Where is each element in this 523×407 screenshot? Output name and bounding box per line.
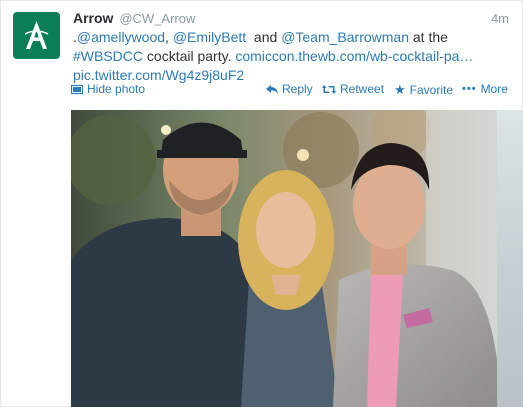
tweet-text-line: .@amellywood, @EmilyBett and @Team_Barro… <box>73 28 503 47</box>
next-photo-preview <box>497 110 523 407</box>
author-handle[interactable]: @CW_Arrow <box>119 11 195 26</box>
tweet-timestamp[interactable]: 4m <box>491 11 509 26</box>
tweet-link[interactable]: comiccon.thewb.com/wb-cocktail-pa… <box>235 48 473 64</box>
hide-photo-button[interactable]: Hide photo <box>71 82 145 96</box>
tweet-text-segment: cocktail party. <box>143 48 236 64</box>
author-name[interactable]: Arrow <box>73 10 113 26</box>
tweet-header: Arrow @CW_Arrow <box>73 10 523 30</box>
tweet-link[interactable]: @Team_Barrowman <box>281 29 409 45</box>
tweet-text-line: #WBSDCC cocktail party. comiccon.thewb.c… <box>73 47 503 66</box>
tweet-text-segment: and <box>246 29 282 45</box>
tweet-text-segment: , <box>165 29 173 45</box>
reply-button[interactable]: Reply <box>266 82 313 96</box>
avatar[interactable] <box>13 12 60 59</box>
reply-icon <box>266 84 278 94</box>
tweet-text: .@amellywood, @EmilyBett and @Team_Barro… <box>73 28 503 85</box>
star-icon: ★ <box>394 82 406 97</box>
tweet-link[interactable]: @amellywood <box>77 29 165 45</box>
tweet-photo[interactable] <box>71 110 506 407</box>
photo-icon <box>71 84 83 94</box>
tweet-actions: Hide photo Reply Retweet ★ Favorite ••• … <box>71 82 509 100</box>
retweet-button[interactable]: Retweet <box>322 82 384 96</box>
more-button[interactable]: ••• More <box>462 82 508 96</box>
tweet-link[interactable]: #WBSDCC <box>73 48 143 64</box>
ellipsis-icon: ••• <box>462 83 477 95</box>
favorite-button[interactable]: ★ Favorite <box>394 82 453 98</box>
tweet-link[interactable]: @EmilyBett <box>173 29 246 45</box>
hide-photo-label: Hide photo <box>87 82 146 96</box>
photo-scene <box>71 110 506 407</box>
retweet-label: Retweet <box>340 82 385 96</box>
arrow-logo-icon <box>24 21 49 49</box>
tweet-link[interactable]: pic.twitter.com/Wg4z9j8uF2 <box>73 67 244 83</box>
more-label: More <box>480 82 508 96</box>
reply-label: Reply <box>282 82 313 96</box>
retweet-icon <box>322 84 336 94</box>
tweet-text-segment: at the <box>409 29 448 45</box>
favorite-label: Favorite <box>409 83 454 97</box>
